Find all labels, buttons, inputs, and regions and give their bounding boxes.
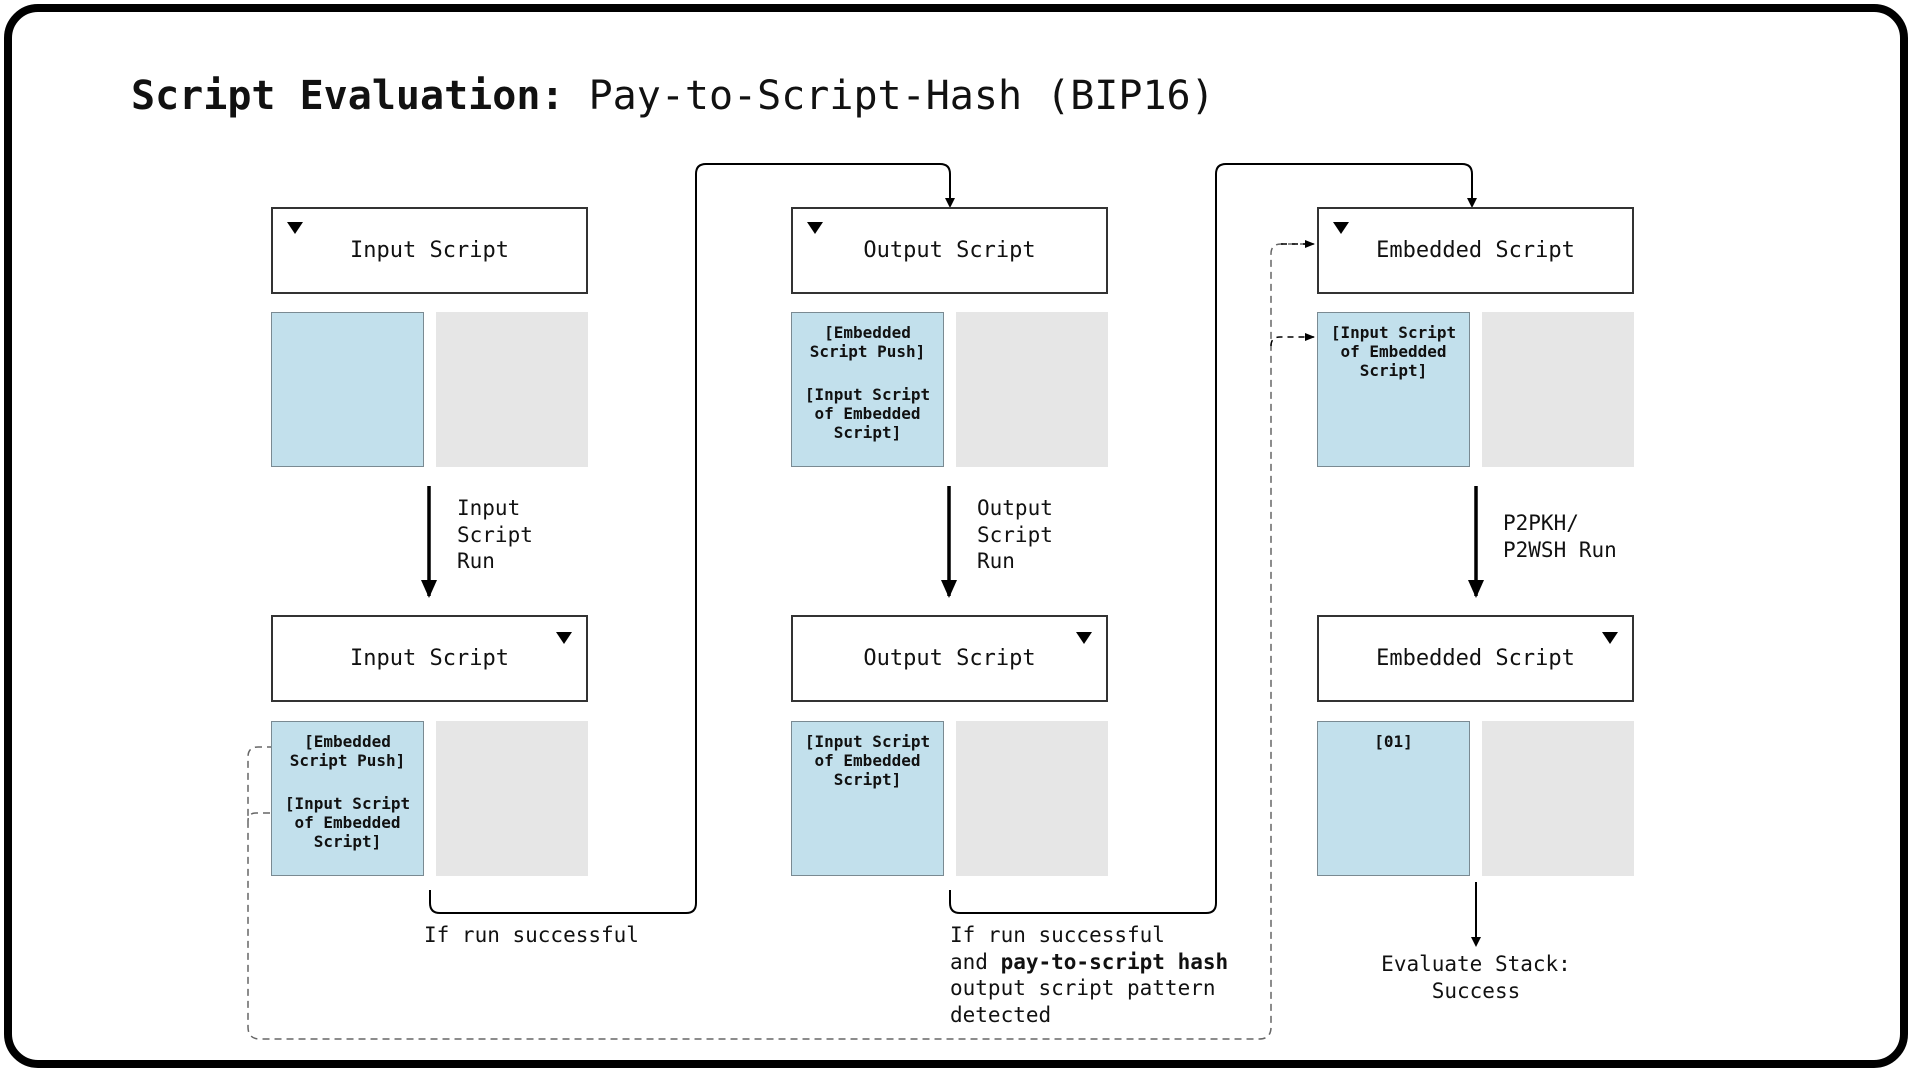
p2sh-emphasis: pay-to-script hash [1000,949,1229,974]
header-label: Output Script [863,646,1036,671]
main-stack-output-top: [Embedded Script Push] [Input Script of … [791,312,944,467]
collapse-triangle-icon [807,222,823,234]
alt-stack-embedded-bottom [1482,721,1634,876]
transition-line: output script pattern [950,976,1216,1000]
run-label-embedded: P2PKH/ P2WSH Run [1503,511,1617,562]
transition-line: and [950,949,1001,974]
input-script-header-top: Input Script [271,207,588,294]
stack-item: [Embedded Script Push] [809,323,926,361]
header-label: Input Script [350,646,509,671]
embedded-script-header-bottom: Embedded Script [1317,615,1634,702]
header-label: Embedded Script [1376,238,1575,263]
collapse-triangle-icon [1076,632,1092,644]
result-label: Evaluate Stack: Success [1381,952,1571,1003]
main-stack-output-bottom: [Input Script of Embedded Script] [791,721,944,876]
collapse-triangle-icon [287,222,303,234]
run-label-input: Input Script Run [457,496,533,573]
alt-stack-input-top [436,312,588,467]
transition-label-1: If run successful [424,923,639,947]
alt-stack-output-bottom [956,721,1108,876]
transition-line: If run successful [950,923,1165,947]
header-label: Input Script [350,238,509,263]
input-script-header-bottom: Input Script [271,615,588,702]
transition-label-2: If run successful and pay-to-script hash… [950,922,1228,1028]
collapse-triangle-icon [1333,222,1349,234]
embedded-script-header-top: Embedded Script [1317,207,1634,294]
stack-item: [Input Script of Embedded Script] [804,732,931,789]
alt-stack-input-bottom [436,721,588,876]
output-script-header-top: Output Script [791,207,1108,294]
stack-item: [Input Script of Embedded Script] [804,385,931,442]
stack-item: [01] [1374,732,1413,751]
collapse-triangle-icon [1602,632,1618,644]
stack-item: [Input Script of Embedded Script] [284,794,411,851]
transition-line: detected [950,1002,1052,1027]
header-label: Output Script [863,238,1036,263]
header-label: Embedded Script [1376,646,1575,671]
output-script-header-bottom: Output Script [791,615,1108,702]
main-stack-embedded-bottom: [01] [1317,721,1470,876]
main-stack-input-top [271,312,424,467]
main-stack-embedded-top: [Input Script of Embedded Script] [1317,312,1470,467]
connectors [247,163,1484,1040]
alt-stack-embedded-top [1482,312,1634,467]
collapse-triangle-icon [556,632,572,644]
run-label-output: Output Script Run [977,496,1053,573]
stack-item: [Input Script of Embedded Script] [1330,323,1457,380]
main-stack-input-bottom: [Embedded Script Push] [Input Script of … [271,721,424,876]
alt-stack-output-top [956,312,1108,467]
dashed-flow-branch-upper [1270,333,1315,347]
stack-item: [Embedded Script Push] [289,732,406,770]
